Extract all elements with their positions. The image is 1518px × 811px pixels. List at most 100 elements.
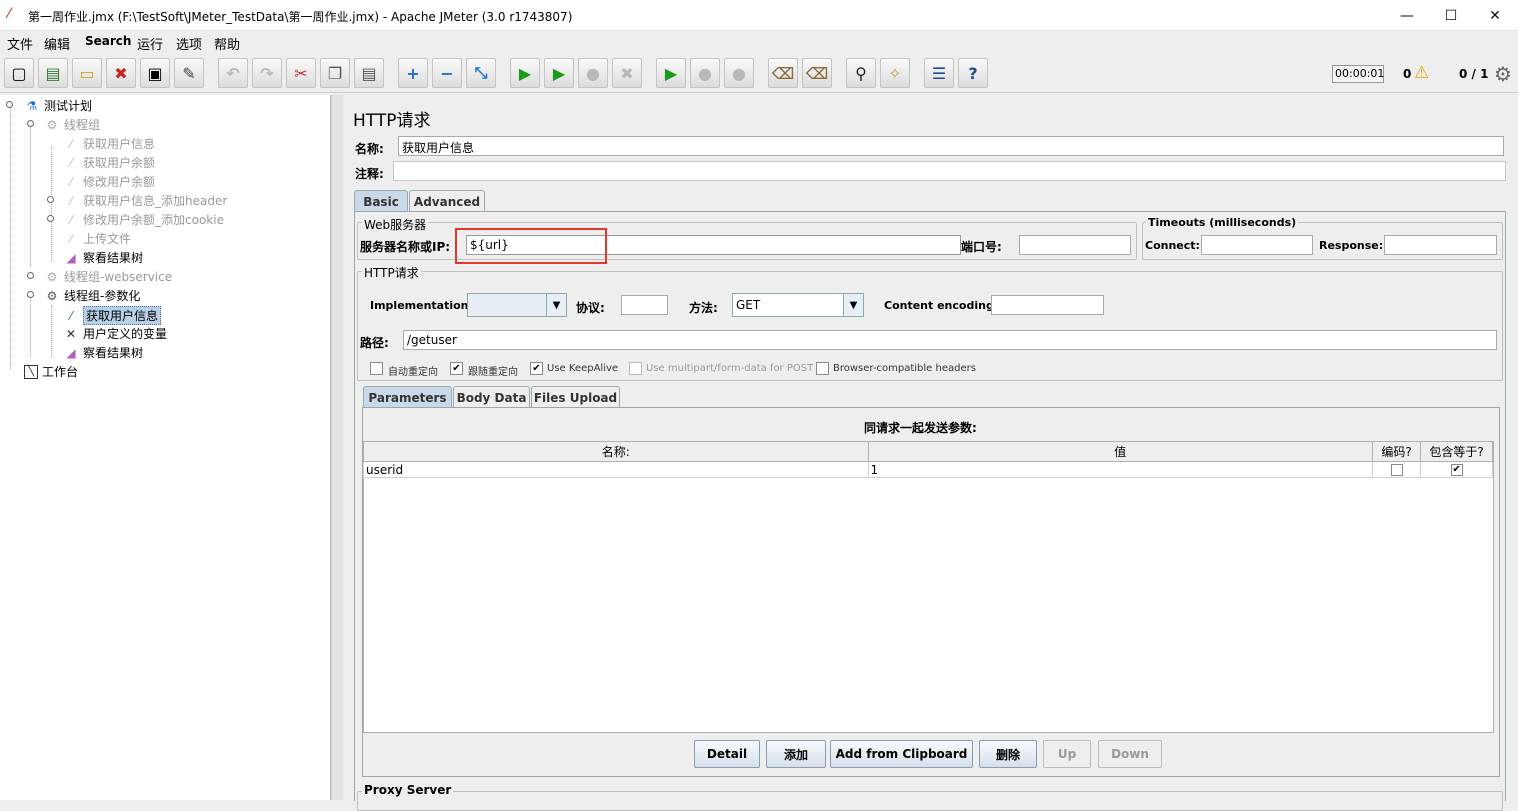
expand-icon[interactable]: + <box>398 58 428 88</box>
menu-file[interactable]: 文件 <box>7 34 33 53</box>
column-header-value[interactable]: 值 <box>867 441 1374 462</box>
shutdown-icon[interactable]: ✖ <box>612 58 642 88</box>
column-header-name[interactable]: 名称: <box>363 441 869 462</box>
undo-icon[interactable]: ↶ <box>218 58 248 88</box>
up-button[interactable]: Up <box>1043 740 1091 768</box>
save-as-icon[interactable]: ✎ <box>174 58 204 88</box>
collapse-icon[interactable]: − <box>432 58 462 88</box>
stop-icon[interactable]: ● <box>578 58 608 88</box>
tab-parameters[interactable]: Parameters <box>363 386 452 408</box>
method-select[interactable]: GET ▼ <box>732 293 864 317</box>
connect-field[interactable] <box>1201 235 1313 255</box>
splitter[interactable] <box>331 95 343 800</box>
search-icon[interactable]: ⚲ <box>846 58 876 88</box>
column-header-encode[interactable]: 编码? <box>1372 441 1422 462</box>
delete-button[interactable]: 删除 <box>979 740 1037 768</box>
help-icon[interactable]: ? <box>958 58 988 88</box>
name-field[interactable]: 获取用户信息 <box>398 136 1504 156</box>
table-row[interactable]: userid 1 ✔ <box>363 461 1493 478</box>
function-helper-icon[interactable]: ☰ <box>924 58 954 88</box>
tab-body-data[interactable]: Body Data <box>453 386 530 408</box>
save-icon[interactable]: ▣ <box>140 58 170 88</box>
open-icon[interactable]: ▭ <box>72 58 102 88</box>
tree-node-config[interactable]: ✕ 用户定义的变量 <box>63 325 167 342</box>
implementation-select[interactable]: ▼ <box>467 293 567 317</box>
param-encode-cell[interactable] <box>1372 461 1422 478</box>
menu-edit[interactable]: 编辑 <box>44 34 70 53</box>
redo-icon[interactable]: ↷ <box>252 58 282 88</box>
encoding-field[interactable] <box>991 295 1104 315</box>
chevron-down-icon: ▼ <box>546 294 566 316</box>
tree-node-test-plan[interactable]: ⚗ 测试计划 <box>24 97 92 114</box>
down-button[interactable]: Down <box>1098 740 1162 768</box>
tree-node-sampler[interactable]: ⁄ 修改用户余额 <box>63 173 155 190</box>
param-value-cell[interactable]: 1 <box>867 461 1374 478</box>
menu-options[interactable]: 选项 <box>176 34 202 53</box>
tree-node-thread-group[interactable]: ⚙ 线程组-webservice <box>44 268 173 285</box>
remote-shutdown-icon[interactable]: ● <box>724 58 754 88</box>
minimize-button[interactable]: — <box>1384 0 1430 31</box>
tree-node-sampler-selected[interactable]: ⁄ 获取用户信息 <box>63 306 162 325</box>
add-from-clipboard-button[interactable]: Add from Clipboard <box>830 740 973 768</box>
test-plan-tree: ⚗ 测试计划 ⚙ 线程组 ⁄ 获取用户信息 ⁄ 获取用户余额 ⁄ 修改用户余额 ⁄ 获取用户… <box>0 95 331 800</box>
keepalive-checkbox[interactable]: ✔ <box>530 362 543 375</box>
tree-node-sampler[interactable]: ⁄ 上传文件 <box>63 230 131 247</box>
name-label: 名称: <box>355 142 384 156</box>
pipette-icon: ⁄ <box>69 193 72 208</box>
start-no-pause-icon[interactable]: ▶ <box>544 58 574 88</box>
warning-icon[interactable]: ⚠ <box>1414 63 1429 83</box>
maximize-button[interactable]: ☐ <box>1428 0 1474 31</box>
tree-node-thread-group[interactable]: ⚙ 线程组-参数化 <box>44 287 141 304</box>
tree-node-workbench[interactable]: ╲ 工作台 <box>24 363 78 380</box>
reset-search-icon[interactable]: ✧ <box>880 58 910 88</box>
http-request-panel: HTTP请求 名称: 获取用户信息 注释: Basic Advanced Web… <box>343 95 1518 811</box>
detail-button[interactable]: Detail <box>694 740 760 768</box>
tree-node-sampler[interactable]: ⁄ 获取用户信息_添加header <box>63 192 227 209</box>
cut-icon[interactable]: ✂ <box>286 58 316 88</box>
remote-stop-icon[interactable]: ● <box>690 58 720 88</box>
clear-all-icon[interactable]: ⌫ <box>802 58 832 88</box>
remote-start-icon[interactable]: ▶ <box>656 58 686 88</box>
response-field[interactable] <box>1384 235 1497 255</box>
tree-node-sampler[interactable]: ⁄ 获取用户信息 <box>63 135 155 152</box>
encode-checkbox[interactable] <box>1390 464 1403 476</box>
close-file-icon[interactable]: ✖ <box>106 58 136 88</box>
menu-run[interactable]: 运行 <box>137 34 163 53</box>
redirect-auto-checkbox[interactable] <box>370 362 383 375</box>
thread-status-icon: ⚙ <box>1494 62 1512 86</box>
tree-node-sampler[interactable]: ⁄ 修改用户余额_添加cookie <box>63 211 224 228</box>
response-label: Response: <box>1319 239 1384 252</box>
param-name-cell[interactable]: userid <box>363 461 869 478</box>
start-icon[interactable]: ▶ <box>510 58 540 88</box>
clear-icon[interactable]: ⌫ <box>768 58 798 88</box>
tree-node-listener[interactable]: ◢ 察看结果树 <box>63 344 143 361</box>
comment-field[interactable] <box>393 161 1506 181</box>
tab-basic[interactable]: Basic <box>354 190 408 212</box>
tree-node-listener[interactable]: ◢ 察看结果树 <box>63 249 143 266</box>
tab-files-upload[interactable]: Files Upload <box>531 386 620 408</box>
port-field[interactable] <box>1019 235 1131 255</box>
copy-icon[interactable]: ❐ <box>320 58 350 88</box>
menu-search[interactable]: Search <box>85 34 131 48</box>
column-header-include-equals[interactable]: 包含等于? <box>1420 441 1493 462</box>
param-include-equals-cell[interactable]: ✔ <box>1420 461 1493 478</box>
templates-icon[interactable]: ▤ <box>38 58 68 88</box>
tree-node-sampler[interactable]: ⁄ 获取用户余额 <box>63 154 155 171</box>
web-server-group-label: Web服务器 <box>362 216 429 233</box>
follow-redirects-checkbox[interactable]: ✔ <box>450 362 463 375</box>
protocol-field[interactable] <box>621 295 668 315</box>
tree-node-thread-group[interactable]: ⚙ 线程组 <box>44 116 100 133</box>
menu-help[interactable]: 帮助 <box>214 34 240 53</box>
server-label: 服务器名称或IP: <box>360 240 451 254</box>
tab-advanced[interactable]: Advanced <box>409 190 485 212</box>
comment-label: 注释: <box>355 167 384 181</box>
include-equals-checkbox[interactable]: ✔ <box>1450 464 1463 476</box>
path-field[interactable]: /getuser <box>403 330 1497 350</box>
add-button[interactable]: 添加 <box>766 740 826 768</box>
browser-headers-checkbox[interactable] <box>816 362 829 375</box>
paste-icon[interactable]: ▤ <box>354 58 384 88</box>
close-button[interactable]: ✕ <box>1472 0 1518 31</box>
toggle-icon[interactable]: ⤡ <box>466 58 496 88</box>
new-icon[interactable]: ▢ <box>4 58 34 88</box>
multipart-checkbox[interactable] <box>629 362 642 375</box>
